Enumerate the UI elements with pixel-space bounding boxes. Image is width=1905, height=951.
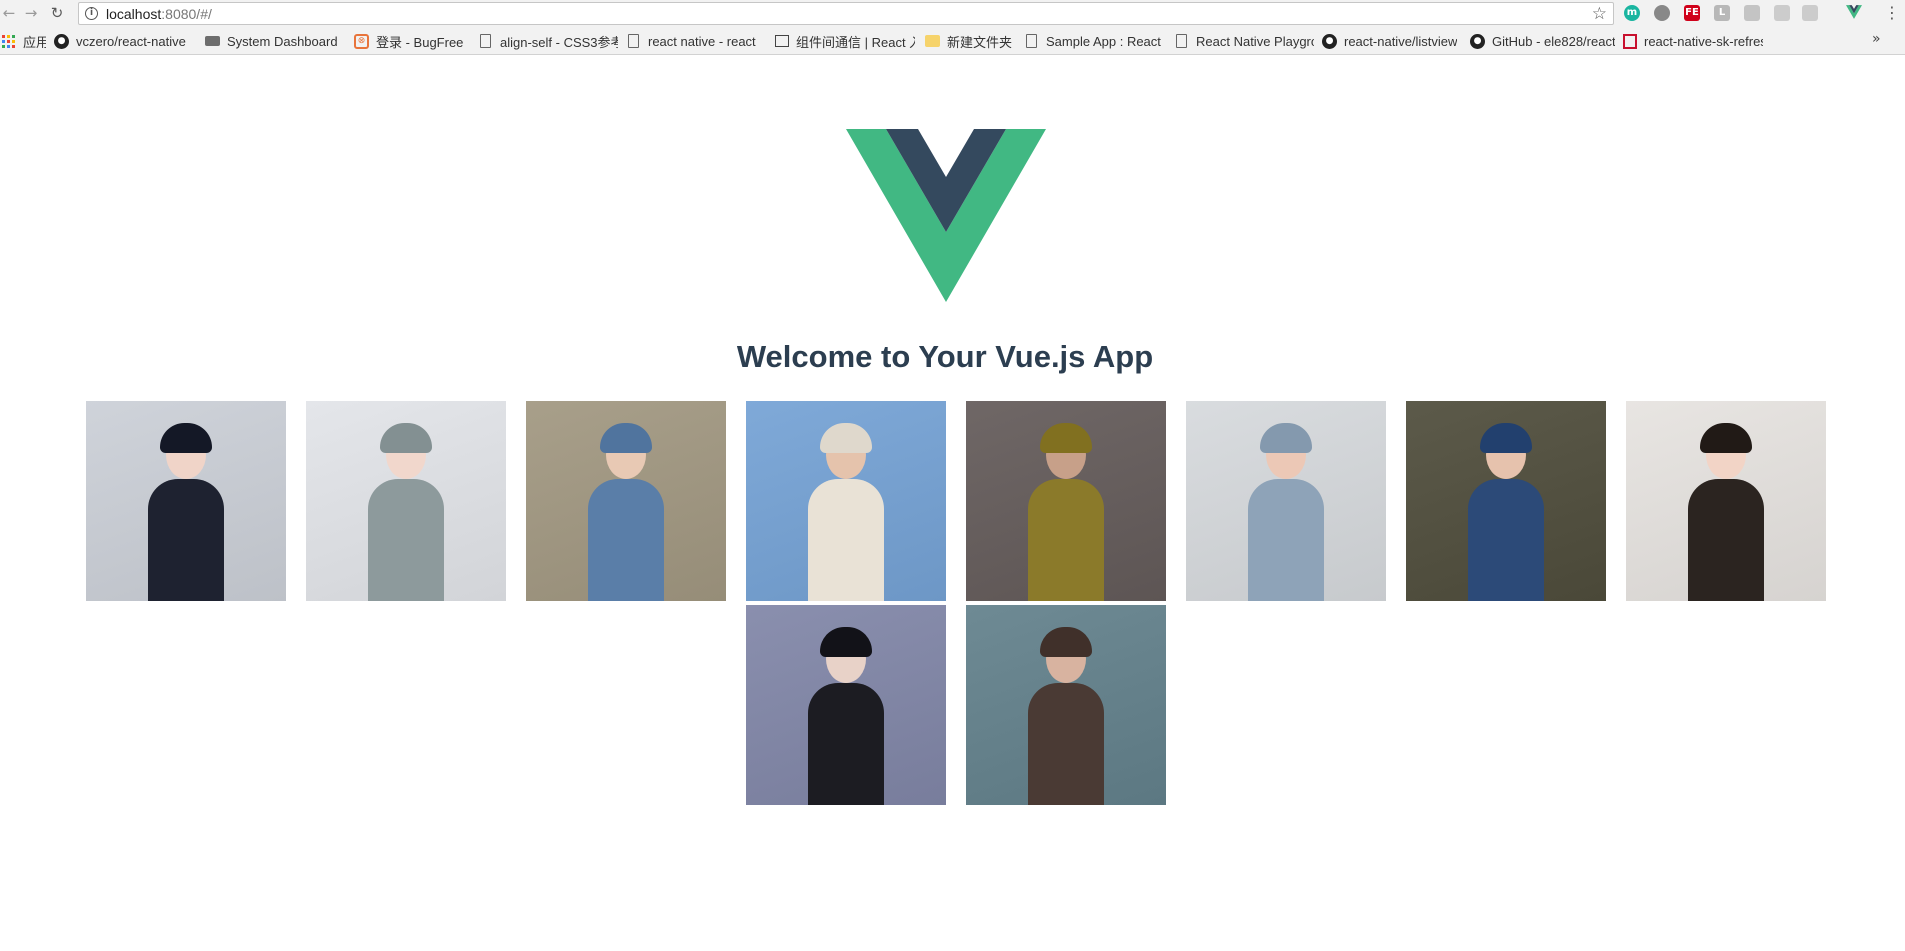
browser-menu-icon[interactable]: ⋮ — [1884, 4, 1900, 22]
bookmark-label: vczero/react-native — [76, 33, 186, 49]
bookmark-label: 登录 - BugFree — [376, 34, 464, 50]
page-icon — [1176, 34, 1187, 48]
page-content: Welcome to Your Vue.js App — [0, 56, 1905, 951]
bookmark-label: React Native Playground — [1196, 33, 1314, 49]
more-bookmarks-icon[interactable]: » — [1872, 31, 1881, 47]
extension-react-devtools-icon[interactable] — [1654, 5, 1670, 21]
github-icon: ● — [54, 33, 69, 49]
bookmark-label: System Dashboard — [227, 33, 338, 49]
bookmark-item[interactable]: react native - react — [626, 32, 766, 50]
bookmark-label: react-native-sk-refresh — [1644, 33, 1763, 49]
extension-tree-icon[interactable] — [1802, 5, 1818, 21]
bookmark-label: align-self - CSS3参考 — [500, 34, 618, 50]
dashboard-icon — [205, 36, 220, 46]
folder-icon — [925, 35, 940, 47]
bookmark-item[interactable]: ● vczero/react-native — [54, 32, 194, 50]
photo-two-women-sunny[interactable] — [746, 401, 946, 601]
photo-denim-window[interactable] — [1406, 401, 1606, 601]
back-icon[interactable]: ← — [0, 4, 18, 22]
bookmark-item[interactable]: 组件间通信 | React 入 — [775, 32, 915, 50]
extension-layout-icon[interactable] — [1744, 5, 1760, 21]
bugfree-icon: ⊗ — [354, 33, 369, 49]
bookmark-item[interactable]: ⊗ 登录 - BugFree — [354, 32, 469, 50]
bookmarks-bar: 应用 ● vczero/react-native System Dashboard ⊗ 登… — [0, 27, 1905, 55]
photo-denim-jacket-courtyard[interactable] — [526, 401, 726, 601]
bookmark-item[interactable]: 新建文件夹 — [925, 32, 1015, 50]
bookmark-item[interactable]: 应用 — [0, 32, 46, 50]
bookmark-label: GitHub - ele828/react — [1492, 33, 1615, 49]
forward-icon[interactable]: → — [22, 4, 40, 22]
site-info-icon[interactable]: i — [85, 7, 98, 20]
bookmark-item[interactable]: react-native-sk-refresh — [1623, 32, 1763, 50]
browser-toolbar: ← → ↻ i localhost:8080/#/ ☆ m FE L ⋮ — [0, 0, 1905, 27]
page-icon-red — [1623, 33, 1637, 49]
reload-icon[interactable]: ↻ — [48, 4, 66, 22]
page-icon — [628, 34, 639, 48]
photo-sunset-street[interactable] — [966, 401, 1166, 601]
bookmark-item[interactable]: System Dashboard — [205, 32, 345, 50]
book-icon — [775, 35, 789, 47]
photo-gallery — [76, 401, 1836, 805]
bookmark-label: react native - react — [648, 33, 756, 49]
extension-fe-icon[interactable]: FE — [1684, 5, 1700, 21]
bookmark-label: 组件间通信 | React 入 — [796, 34, 915, 50]
address-bar[interactable]: i localhost:8080/#/ ☆ — [78, 2, 1614, 25]
extension-vue-devtools-icon[interactable] — [1846, 5, 1862, 21]
bookmark-label: 应用 — [23, 34, 46, 50]
bookmark-label: 新建文件夹 — [947, 34, 1013, 50]
page-title: Welcome to Your Vue.js App — [736, 339, 1154, 374]
apps-icon — [0, 33, 16, 49]
extension-m-icon[interactable]: m — [1624, 5, 1640, 21]
bookmark-item[interactable]: ● GitHub - ele828/react — [1470, 32, 1615, 50]
extension-glasses-icon[interactable] — [1774, 5, 1790, 21]
bookmark-label: react-native/listview — [1344, 33, 1458, 49]
photo-grey-tee-wall[interactable] — [1186, 401, 1386, 601]
photo-blurred-portrait[interactable] — [966, 605, 1166, 805]
bookmark-label: Sample App : React — [1046, 33, 1161, 49]
photo-gothic-lolita[interactable] — [86, 401, 286, 601]
bookmark-item[interactable]: React Native Playground — [1174, 32, 1314, 50]
extension-l-icon[interactable]: L — [1714, 5, 1730, 21]
page-icon — [480, 34, 491, 48]
address-url[interactable]: localhost:8080/#/ — [106, 6, 212, 22]
photo-silver-hair-bow[interactable] — [306, 401, 506, 601]
bookmark-item[interactable]: Sample App : React — [1024, 32, 1164, 50]
page-icon — [1026, 34, 1037, 48]
bookmark-star-icon[interactable]: ☆ — [1592, 4, 1607, 24]
github-icon: ● — [1322, 33, 1337, 49]
photo-cosplay-android[interactable] — [746, 605, 946, 805]
vue-logo — [846, 129, 1046, 302]
photo-short-hair-portrait[interactable] — [1626, 401, 1826, 601]
bookmark-item[interactable]: ● react-native/listview — [1322, 32, 1462, 50]
github-icon: ● — [1470, 33, 1485, 49]
bookmark-item[interactable]: align-self - CSS3参考 — [478, 32, 618, 50]
